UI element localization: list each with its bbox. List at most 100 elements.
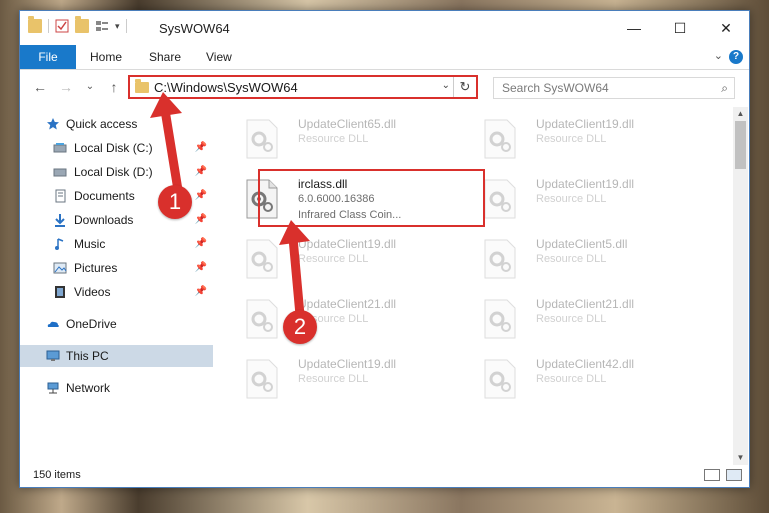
onedrive-icon — [47, 321, 59, 327]
file-item[interactable]: UpdateClient19.dll Resource DLL — [473, 173, 698, 221]
toolbar-dropdown-icon[interactable]: ▾ — [115, 21, 120, 32]
window-title: SysWOW64 — [159, 21, 230, 36]
step-2-badge: 2 — [283, 310, 317, 344]
nav-item-local-disk-c[interactable]: Local Disk (C:) 📌 — [20, 137, 213, 159]
dll-file-icon — [246, 359, 278, 399]
step-1-badge: 1 — [158, 185, 192, 219]
address-bar[interactable]: C:\Windows\SysWOW64 ⌄ ↻ — [128, 75, 478, 99]
address-dropdown-icon[interactable]: ⌄ — [442, 80, 450, 91]
nav-item-label: This PC — [66, 349, 109, 363]
file-name: UpdateClient19.dll — [298, 237, 397, 251]
status-bar: 150 items — [20, 465, 749, 487]
file-item[interactable]: UpdateClient19.dll Resource DLL — [235, 353, 460, 401]
nav-item-pictures[interactable]: Pictures 📌 — [20, 257, 213, 279]
scrollbar-thumb[interactable] — [735, 121, 746, 169]
computer-icon — [46, 350, 60, 361]
pin-icon: 📌 — [194, 286, 207, 297]
help-icon[interactable]: ? — [729, 50, 743, 64]
nav-item-quick-access[interactable]: Quick access — [20, 113, 213, 135]
tab-share[interactable]: Share — [137, 45, 193, 69]
nav-item-label: Pictures — [74, 261, 118, 275]
ribbon-tabs: File Home Share View ⌄ ? — [20, 45, 749, 70]
title-bar: ▾ SysWOW64 — ☐ ✕ — [20, 11, 749, 45]
address-path[interactable]: C:\Windows\SysWOW64 — [154, 80, 298, 95]
pin-icon: 📌 — [194, 262, 207, 273]
dll-file-icon — [484, 239, 516, 279]
scroll-down-icon[interactable]: ▼ — [733, 451, 748, 465]
dll-file-icon — [246, 119, 278, 159]
pictures-icon — [53, 262, 67, 274]
pin-icon: 📌 — [194, 214, 207, 225]
search-box[interactable]: Search SysWOW64 ⌕ — [493, 77, 735, 99]
maximize-button[interactable]: ☐ — [657, 11, 703, 45]
file-description: Resource DLL — [298, 373, 369, 385]
documents-icon — [55, 189, 66, 203]
properties-icon[interactable] — [55, 19, 69, 33]
irclass-highlight-box — [258, 169, 485, 227]
file-item[interactable]: UpdateClient19.dll Resource DLL — [473, 113, 698, 161]
pin-icon: 📌 — [194, 166, 207, 177]
recent-locations-button[interactable]: ⌄ — [80, 77, 100, 97]
file-description: Resource DLL — [536, 373, 607, 385]
dll-file-icon — [484, 179, 516, 219]
file-list: UpdateClient65.dll Resource DLL irclass.… — [225, 107, 732, 465]
file-name: UpdateClient42.dll — [536, 357, 635, 371]
file-name: UpdateClient65.dll — [298, 117, 397, 131]
pin-icon: 📌 — [194, 190, 207, 201]
quick-access-toolbar: ▾ — [28, 16, 127, 33]
back-button[interactable]: ← — [30, 77, 50, 97]
file-name: UpdateClient19.dll — [298, 357, 397, 371]
nav-item-videos[interactable]: Videos 📌 — [20, 281, 213, 303]
close-button[interactable]: ✕ — [703, 11, 749, 45]
file-item[interactable]: UpdateClient5.dll Resource DLL — [473, 233, 698, 281]
dll-file-icon — [484, 119, 516, 159]
folder-icon — [28, 16, 42, 33]
file-description: Resource DLL — [536, 133, 607, 145]
customize-toolbar-icon[interactable] — [95, 19, 109, 33]
navigation-pane: Quick access Local Disk (C:) 📌 Local Dis… — [20, 107, 216, 457]
nav-item-onedrive[interactable]: OneDrive — [20, 313, 213, 335]
details-view-icon[interactable] — [704, 469, 720, 481]
scroll-up-icon[interactable]: ▲ — [733, 107, 748, 121]
nav-item-network[interactable]: Network — [20, 377, 213, 399]
ribbon-expand-icon[interactable]: ⌄ — [714, 49, 723, 62]
videos-icon — [55, 286, 65, 298]
file-description: Resource DLL — [298, 253, 369, 265]
dll-file-icon — [484, 299, 516, 339]
music-icon — [55, 238, 64, 250]
file-item[interactable]: UpdateClient21.dll Resource DLL — [235, 293, 460, 341]
nav-item-label: Network — [66, 381, 111, 395]
explorer-window: ▾ SysWOW64 — ☐ ✕ File Home Share View ⌄ … — [19, 10, 750, 488]
file-name: UpdateClient19.dll — [536, 177, 635, 191]
nav-item-label: OneDrive — [66, 317, 117, 331]
forward-button[interactable]: → — [56, 77, 76, 97]
star-icon — [47, 118, 59, 130]
pin-icon: 📌 — [194, 238, 207, 249]
tab-file[interactable]: File — [20, 45, 76, 69]
file-name: UpdateClient21.dll — [536, 297, 635, 311]
file-description: Resource DLL — [536, 193, 607, 205]
nav-item-this-pc[interactable]: This PC — [20, 345, 213, 367]
large-icons-view-icon[interactable] — [726, 469, 742, 481]
tab-home[interactable]: Home — [78, 45, 134, 69]
file-item[interactable]: UpdateClient65.dll Resource DLL — [235, 113, 460, 161]
nav-item-music[interactable]: Music 📌 — [20, 233, 213, 255]
search-input[interactable]: Search SysWOW64 — [502, 81, 609, 95]
nav-item-local-disk-d[interactable]: Local Disk (D:) 📌 — [20, 161, 213, 183]
file-item[interactable]: UpdateClient42.dll Resource DLL — [473, 353, 698, 401]
up-button[interactable]: ↑ — [104, 77, 124, 97]
nav-item-label: Downloads — [74, 213, 134, 227]
address-row: ← → ⌄ ↑ C:\Windows\SysWOW64 ⌄ ↻ Search S… — [20, 71, 749, 103]
toolbar-separator — [125, 19, 127, 33]
dll-file-icon — [246, 239, 278, 279]
new-folder-icon[interactable] — [75, 16, 89, 33]
nav-item-label: Local Disk (D:) — [74, 165, 153, 179]
vertical-scrollbar[interactable]: ▲ ▼ — [733, 107, 748, 465]
tab-view[interactable]: View — [194, 45, 244, 69]
dll-file-icon — [484, 359, 516, 399]
file-description: Resource DLL — [298, 133, 369, 145]
refresh-button[interactable]: ↻ — [453, 77, 476, 97]
file-item[interactable]: UpdateClient19.dll Resource DLL — [235, 233, 460, 281]
file-item[interactable]: UpdateClient21.dll Resource DLL — [473, 293, 698, 341]
minimize-button[interactable]: — — [611, 11, 657, 45]
